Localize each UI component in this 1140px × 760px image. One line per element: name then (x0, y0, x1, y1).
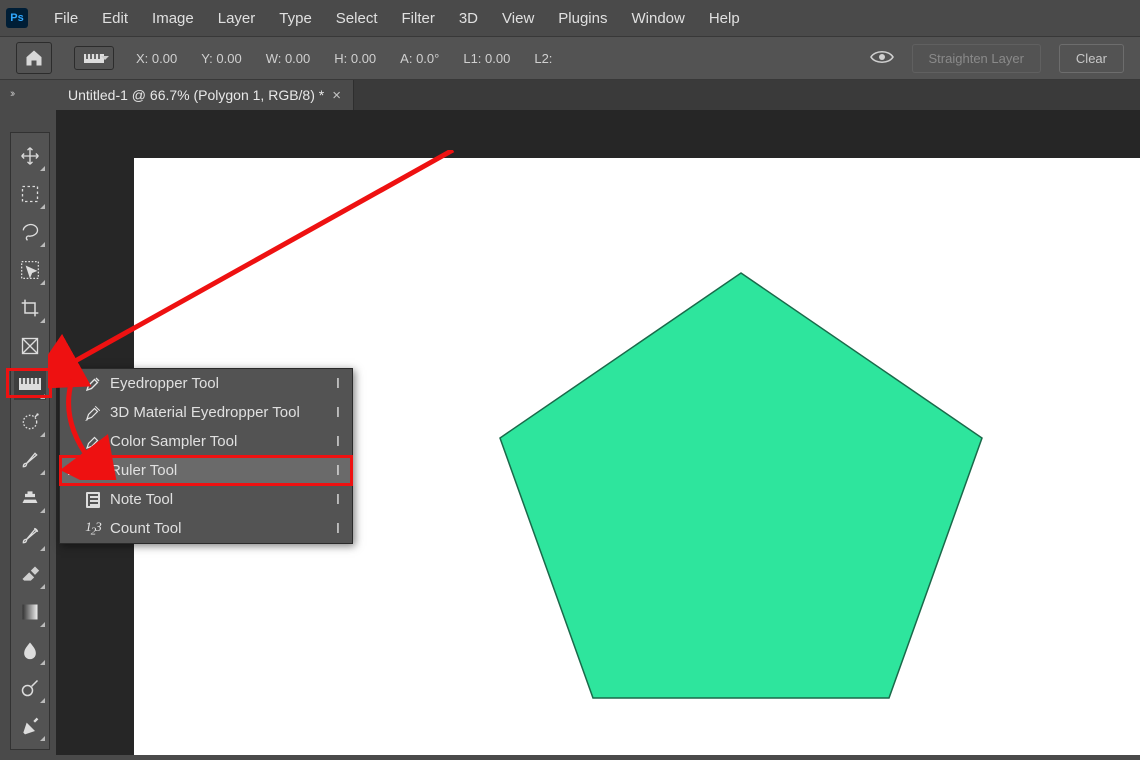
ruler-icon (19, 378, 41, 390)
history-brush-tool[interactable] (14, 520, 46, 552)
option-l1: L1: 0.00 (463, 51, 510, 66)
clear-button[interactable]: Clear (1059, 44, 1124, 73)
option-w: W: 0.00 (266, 51, 311, 66)
menu-type[interactable]: Type (267, 10, 324, 27)
flyout-item-label: Count Tool (110, 520, 336, 537)
option-x: X: 0.00 (136, 51, 177, 66)
ps-logo: Ps (6, 8, 28, 28)
flyout-item-shortcut: I (336, 462, 340, 479)
tool-flyout-menu: Eyedropper Tool I 3D Material Eyedropper… (59, 368, 353, 544)
eyedropper-icon (82, 375, 104, 393)
flyout-item-label: Note Tool (110, 491, 336, 508)
menu-filter[interactable]: Filter (390, 10, 447, 27)
options-bar: X: 0.00 Y: 0.00 W: 0.00 H: 0.00 A: 0.0° … (0, 36, 1140, 80)
move-tool[interactable] (14, 140, 46, 172)
flyout-item-shortcut: I (336, 433, 340, 450)
home-icon (24, 48, 44, 68)
flyout-ruler-tool[interactable]: Ruler Tool I (60, 456, 352, 485)
menu-select[interactable]: Select (324, 10, 390, 27)
straighten-layer-button[interactable]: Straighten Layer (912, 44, 1041, 73)
flyout-item-shortcut: I (336, 520, 340, 537)
flyout-item-shortcut: I (336, 491, 340, 508)
flyout-item-shortcut: I (336, 375, 340, 392)
close-tab-icon[interactable]: × (332, 87, 341, 104)
menu-help[interactable]: Help (697, 10, 752, 27)
ruler-icon (82, 466, 104, 475)
flyout-item-label: Color Sampler Tool (110, 433, 336, 450)
healing-brush-tool[interactable] (14, 406, 46, 438)
document-tabbar: Untitled-1 @ 66.7% (Polygon 1, RGB/8) * … (56, 80, 1140, 110)
brush-tool[interactable] (14, 444, 46, 476)
eraser-tool[interactable] (14, 558, 46, 590)
menu-layer[interactable]: Layer (206, 10, 268, 27)
flyout-color-sampler-tool[interactable]: Color Sampler Tool I (60, 427, 352, 456)
toolbox (10, 132, 50, 750)
ruler-tool-slot[interactable] (14, 368, 46, 400)
option-a: A: 0.0° (400, 51, 439, 66)
document-tab-title: Untitled-1 @ 66.7% (Polygon 1, RGB/8) * (68, 87, 324, 103)
clone-stamp-tool[interactable] (14, 482, 46, 514)
ruler-icon (84, 54, 104, 63)
home-button[interactable] (16, 42, 52, 74)
document-tab[interactable]: Untitled-1 @ 66.7% (Polygon 1, RGB/8) * … (56, 80, 354, 110)
menu-file[interactable]: File (42, 10, 90, 27)
menu-plugins[interactable]: Plugins (546, 10, 619, 27)
flyout-count-tool[interactable]: 123 Count Tool I (60, 514, 352, 543)
gradient-tool[interactable] (14, 596, 46, 628)
flyout-note-tool[interactable]: Note Tool I (60, 485, 352, 514)
color-sampler-icon (82, 433, 104, 451)
pen-tool[interactable] (14, 710, 46, 742)
frame-tool[interactable] (14, 330, 46, 362)
dodge-tool[interactable] (14, 672, 46, 704)
blur-tool[interactable] (14, 634, 46, 666)
use-measurement-scale-icon[interactable] (870, 50, 894, 67)
lasso-tool[interactable] (14, 216, 46, 248)
option-y: Y: 0.00 (201, 51, 241, 66)
polygon-shape[interactable] (500, 273, 982, 698)
count-icon: 123 (82, 519, 104, 538)
current-tool-dropdown[interactable] (74, 46, 114, 70)
flyout-item-label: Eyedropper Tool (110, 375, 336, 392)
flyout-item-label: Ruler Tool (110, 462, 336, 479)
menu-view[interactable]: View (490, 10, 546, 27)
flyout-3d-material-eyedropper-tool[interactable]: 3D Material Eyedropper Tool I (60, 398, 352, 427)
crop-tool[interactable] (14, 292, 46, 324)
eyedropper-3d-icon (82, 404, 104, 422)
main-menubar: Ps File Edit Image Layer Type Select Fil… (0, 0, 1140, 36)
menu-edit[interactable]: Edit (90, 10, 140, 27)
menu-window[interactable]: Window (619, 10, 696, 27)
note-icon (82, 492, 104, 508)
flyout-eyedropper-tool[interactable]: Eyedropper Tool I (60, 369, 352, 398)
object-selection-tool[interactable] (14, 254, 46, 286)
option-h: H: 0.00 (334, 51, 376, 66)
flyout-item-label: 3D Material Eyedropper Tool (110, 404, 336, 421)
collapse-panels-icon[interactable]: ›› (10, 88, 13, 100)
menu-image[interactable]: Image (140, 10, 206, 27)
option-l2: L2: (534, 51, 552, 66)
flyout-item-shortcut: I (336, 404, 340, 421)
menu-3d[interactable]: 3D (447, 10, 490, 27)
marquee-tool[interactable] (14, 178, 46, 210)
